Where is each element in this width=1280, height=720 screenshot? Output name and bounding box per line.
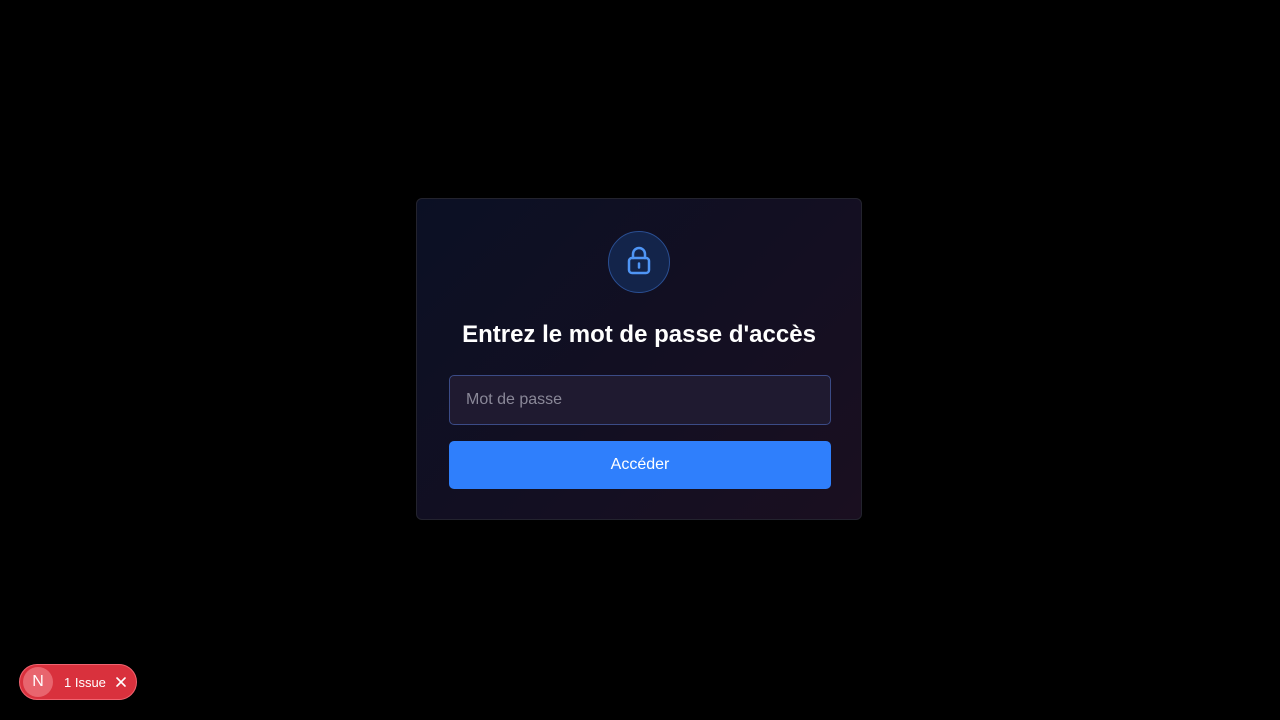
lock-icon-circle xyxy=(608,231,670,293)
next-logo-icon[interactable]: N xyxy=(23,667,53,697)
lock-icon xyxy=(625,245,653,280)
close-icon[interactable] xyxy=(115,676,127,688)
access-button[interactable]: Accéder xyxy=(449,441,831,489)
password-card: Entrez le mot de passe d'accès Accéder xyxy=(416,198,862,520)
dev-issues-badge[interactable]: N 1 Issue xyxy=(19,664,137,700)
page-title: Entrez le mot de passe d'accès xyxy=(462,321,816,348)
issue-count-label[interactable]: 1 Issue xyxy=(64,675,106,690)
password-input[interactable] xyxy=(449,375,831,425)
